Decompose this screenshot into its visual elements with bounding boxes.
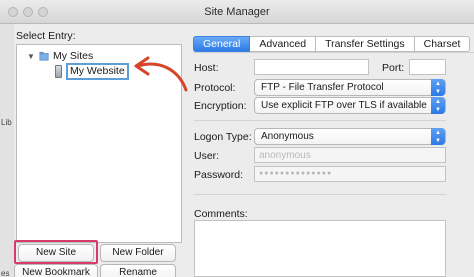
divider	[194, 120, 446, 121]
encryption-select[interactable]: Use explicit FTP over TLS if available ▲…	[254, 97, 446, 114]
protocol-label: Protocol:	[194, 82, 236, 94]
logon-type-select[interactable]: Anonymous ▲ ▼	[254, 128, 446, 145]
protocol-value: FTP - File Transfer Protocol	[261, 82, 384, 93]
tab-charset[interactable]: Charset	[414, 36, 471, 52]
chevron-updown-icon: ▲ ▼	[431, 128, 445, 145]
port-label: Port:	[382, 62, 405, 74]
user-input[interactable]: anonymous	[254, 147, 446, 163]
encryption-value: Use explicit FTP over TLS if available	[261, 100, 427, 111]
new-folder-button[interactable]: New Folder	[100, 244, 176, 262]
tab-general[interactable]: General	[193, 36, 251, 52]
encryption-label: Encryption:	[194, 100, 247, 112]
logon-type-label: Logon Type:	[194, 131, 252, 143]
port-input[interactable]	[409, 59, 446, 75]
logon-type-value: Anonymous	[261, 131, 314, 142]
tab-advanced[interactable]: Advanced	[250, 36, 317, 52]
annotation-highlight	[14, 240, 98, 264]
new-bookmark-button[interactable]: New Bookmark	[14, 264, 98, 277]
user-label: User:	[194, 150, 220, 162]
password-label: Password:	[194, 169, 244, 181]
host-label: Host:	[194, 62, 219, 74]
tab-bar: General Advanced Transfer Settings Chars…	[193, 36, 471, 52]
comments-label: Comments:	[194, 208, 248, 220]
divider	[194, 194, 446, 195]
tab-transfer-settings[interactable]: Transfer Settings	[316, 36, 415, 52]
chevron-updown-icon: ▲ ▼	[431, 97, 445, 114]
host-input[interactable]	[254, 59, 369, 75]
protocol-select[interactable]: FTP - File Transfer Protocol ▲ ▼	[254, 79, 446, 96]
rename-button[interactable]: Rename	[100, 264, 176, 277]
comments-textarea[interactable]	[194, 220, 446, 277]
chevron-updown-icon: ▲ ▼	[431, 79, 445, 96]
password-input[interactable]: ●●●●●●●●●●●●●●	[254, 166, 446, 182]
